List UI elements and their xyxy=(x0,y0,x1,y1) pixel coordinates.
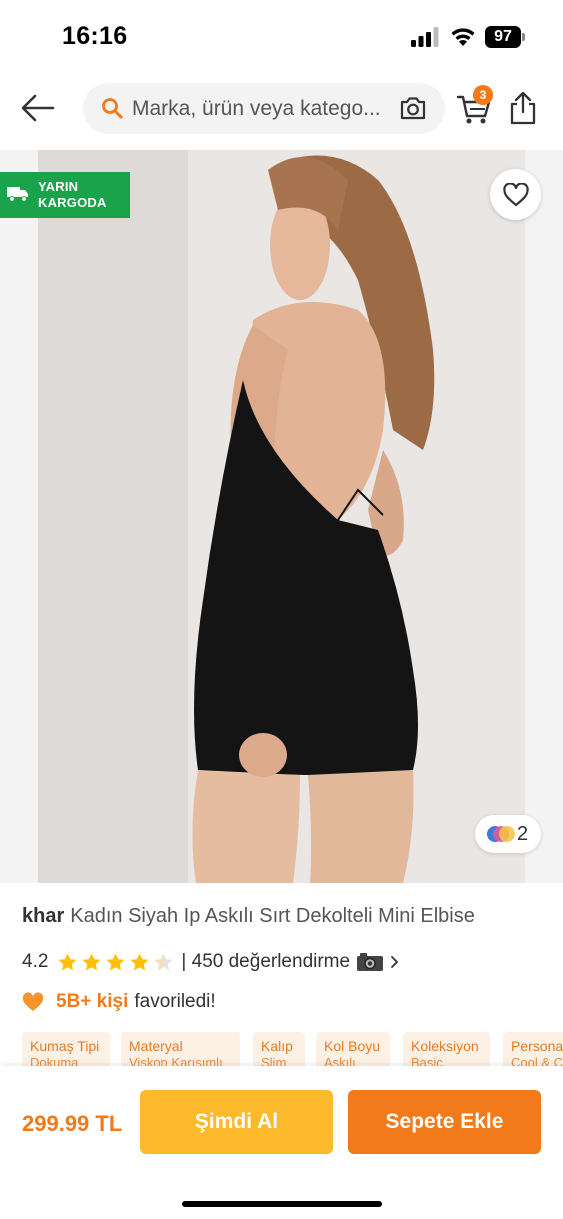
favorites-row: 5B+ kişi favoriledi! xyxy=(22,990,216,1014)
product-image-gallery[interactable]: YARIN KARGODA 2 xyxy=(0,150,563,883)
attribute-chip[interactable]: Materyal Viskon Karışımlı xyxy=(121,1032,240,1066)
attribute-label: Materyal xyxy=(129,1038,183,1054)
attribute-label: Kumaş Tipi xyxy=(30,1038,100,1054)
color-swatches-icon xyxy=(487,826,515,842)
status-bar: 16:16 97 xyxy=(0,0,563,72)
favorite-button[interactable] xyxy=(490,169,541,220)
rating-row[interactable]: 4.2 | 450 değerlendirme xyxy=(22,950,400,974)
truck-icon xyxy=(7,187,28,202)
add-to-cart-button[interactable]: Sepete Ekle xyxy=(348,1090,541,1154)
star-icon xyxy=(130,953,149,971)
product-photo xyxy=(38,150,525,883)
product-title: khar Kadın Siyah Ip Askılı Sırt Dekolteli… xyxy=(22,905,475,928)
rating-stars xyxy=(58,953,173,971)
orange-heart-icon xyxy=(22,992,44,1011)
favorite-count: 5B+ kişi xyxy=(56,991,129,1012)
attribute-value: Viskon Karışımlı xyxy=(129,1055,223,1066)
product-attributes: Kumaş Tipi Dokuma Materyal Viskon Karışı… xyxy=(22,1032,563,1066)
rating-value: 4.2 xyxy=(22,951,49,972)
product-name: Kadın Siyah Ip Askılı Sırt Dekolteli Min… xyxy=(70,905,475,927)
home-indicator[interactable] xyxy=(182,1201,382,1207)
search-icon xyxy=(102,98,123,119)
cargo-line-1: YARIN xyxy=(38,179,79,194)
star-empty-icon xyxy=(154,953,173,971)
review-count: | 450 değerlendirme xyxy=(181,951,351,972)
reviews-link[interactable]: | 450 değerlendirme xyxy=(181,951,400,973)
status-time: 16:16 xyxy=(62,22,128,50)
brand-name[interactable]: khar xyxy=(22,905,64,927)
attribute-value: Basic xyxy=(411,1055,443,1066)
back-arrow-icon[interactable] xyxy=(20,92,56,124)
attribute-label: Persona xyxy=(511,1038,563,1054)
cart-count-badge: 3 xyxy=(473,85,493,105)
buy-now-button[interactable]: Şimdi Al xyxy=(140,1090,333,1154)
camera-search-icon[interactable] xyxy=(399,95,427,121)
battery-level: 97 xyxy=(485,26,521,48)
chevron-right-icon xyxy=(391,956,399,968)
bottom-purchase-bar: 299.99 TL Şimdi Al Sepete Ekle xyxy=(0,1066,563,1219)
search-bar[interactable]: Marka, ürün veya katego... xyxy=(83,83,445,134)
signal-icon xyxy=(411,27,439,47)
battery-indicator: 97 xyxy=(485,26,525,48)
attribute-chip[interactable]: Kalıp Slim xyxy=(253,1032,305,1066)
camera-icon xyxy=(357,953,384,971)
favorite-suffix: favoriledi! xyxy=(134,991,216,1012)
share-icon[interactable] xyxy=(508,90,538,126)
star-icon xyxy=(82,953,101,971)
battery-tip xyxy=(522,33,525,41)
next-day-cargo-badge: YARIN KARGODA xyxy=(0,172,130,218)
attribute-chip[interactable]: Koleksiyon Basic xyxy=(403,1032,490,1066)
variant-count: 2 xyxy=(517,823,529,845)
attribute-chip[interactable]: Kol Boyu Askılı xyxy=(316,1032,390,1066)
color-variants-pill[interactable]: 2 xyxy=(475,815,541,853)
heart-icon xyxy=(503,183,529,207)
price: 299.99 TL xyxy=(22,1111,123,1136)
star-icon xyxy=(58,953,77,971)
cargo-text: YARIN KARGODA xyxy=(38,179,107,211)
attribute-value: Dokuma xyxy=(30,1055,79,1066)
wifi-icon xyxy=(451,28,475,46)
top-navigation: Marka, ürün veya katego... 3 xyxy=(0,72,563,148)
attribute-label: Koleksiyon xyxy=(411,1038,479,1054)
star-icon xyxy=(106,953,125,971)
attribute-label: Kol Boyu xyxy=(324,1038,381,1054)
attribute-chip[interactable]: Kumaş Tipi Dokuma xyxy=(22,1032,110,1066)
attribute-value: Askılı xyxy=(324,1055,356,1066)
attribute-value: Slim xyxy=(261,1055,287,1066)
attribute-label: Kalıp xyxy=(261,1038,293,1054)
attribute-chip[interactable]: Persona Cool & C xyxy=(503,1032,563,1066)
search-input[interactable]: Marka, ürün veya katego... xyxy=(132,97,394,121)
attribute-value: Cool & C xyxy=(511,1055,563,1066)
cargo-line-2: KARGODA xyxy=(38,195,107,210)
